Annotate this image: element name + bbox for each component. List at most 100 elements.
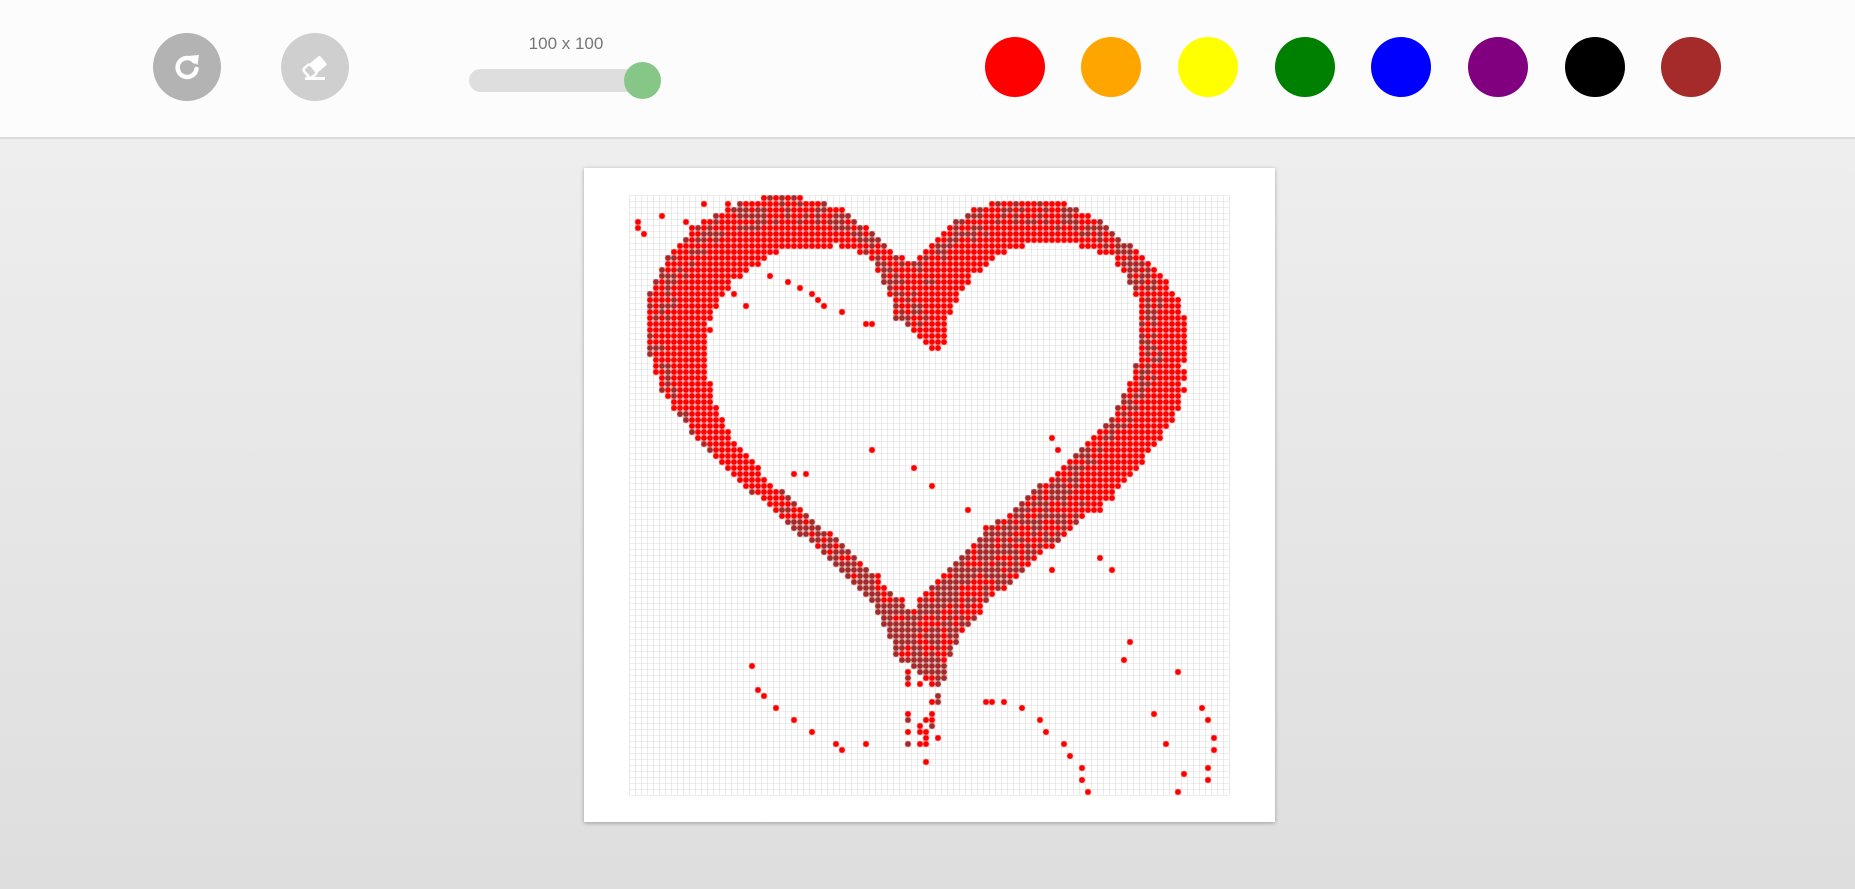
painted-cell xyxy=(832,230,840,238)
painted-cell xyxy=(1138,344,1146,352)
painted-cell xyxy=(970,218,978,226)
painted-cell xyxy=(784,212,792,220)
painted-cell xyxy=(988,530,996,538)
painted-cell xyxy=(688,242,696,250)
painted-cell xyxy=(670,332,678,340)
color-swatch-yellow[interactable] xyxy=(1178,37,1238,97)
color-swatch-purple[interactable] xyxy=(1468,37,1528,97)
painted-cell xyxy=(808,206,816,214)
painted-cell xyxy=(1078,506,1086,514)
painted-cell xyxy=(934,590,942,598)
painted-cell xyxy=(1114,428,1122,436)
painted-cell xyxy=(946,278,954,286)
painted-cell xyxy=(1138,404,1146,412)
painted-cell xyxy=(820,242,828,250)
painted-cell xyxy=(724,428,732,436)
painted-cell xyxy=(694,296,702,304)
painted-cell xyxy=(1030,212,1038,220)
painted-cell xyxy=(940,296,948,304)
painted-cell xyxy=(808,236,816,244)
color-swatch-blue[interactable] xyxy=(1371,37,1431,97)
painted-cell xyxy=(940,626,948,634)
painted-cell xyxy=(712,242,720,250)
eraser-button[interactable] xyxy=(281,33,349,101)
painted-cell xyxy=(820,230,828,238)
painted-cell xyxy=(1114,242,1122,250)
painted-cell xyxy=(880,254,888,262)
painted-cell xyxy=(970,236,978,244)
painted-cell xyxy=(814,524,822,532)
color-swatch-orange[interactable] xyxy=(1081,37,1141,97)
painted-cell xyxy=(760,236,768,244)
pixel-grid[interactable] xyxy=(629,195,1230,796)
painted-cell xyxy=(742,266,750,274)
painted-cell xyxy=(1000,200,1008,208)
painted-cell xyxy=(1090,494,1098,502)
painted-cell xyxy=(694,356,702,364)
painted-cell xyxy=(946,236,954,244)
painted-cell xyxy=(814,230,822,238)
painted-cell xyxy=(814,536,822,544)
painted-cell xyxy=(676,362,684,370)
painted-cell xyxy=(1144,362,1152,370)
color-swatch-black[interactable] xyxy=(1565,37,1625,97)
painted-cell xyxy=(952,608,960,616)
painted-cell xyxy=(1150,404,1158,412)
painted-cell xyxy=(928,338,936,346)
painted-cell xyxy=(1132,434,1140,442)
color-swatch-red[interactable] xyxy=(985,37,1045,97)
painted-cell xyxy=(922,668,930,676)
painted-cell xyxy=(718,440,726,448)
painted-cell xyxy=(1144,350,1152,358)
painted-cell xyxy=(994,218,1002,226)
painted-cell xyxy=(976,584,984,592)
painted-cell xyxy=(904,320,912,328)
painted-cell xyxy=(1204,716,1212,724)
painted-cell xyxy=(904,284,912,292)
painted-cell xyxy=(658,380,666,388)
painted-cell xyxy=(982,566,990,574)
painted-cell xyxy=(982,578,990,586)
color-swatch-brown[interactable] xyxy=(1661,37,1721,97)
painted-cell xyxy=(688,302,696,310)
painted-cell xyxy=(880,596,888,604)
painted-cell xyxy=(706,314,714,322)
painted-cell xyxy=(898,638,906,646)
painted-cell xyxy=(724,224,732,232)
painted-cell xyxy=(790,212,798,220)
color-swatch-green[interactable] xyxy=(1275,37,1335,97)
painted-cell xyxy=(946,308,954,316)
painted-cell xyxy=(748,458,756,466)
painted-cell xyxy=(928,602,936,610)
painted-cell xyxy=(1084,452,1092,460)
painted-cell xyxy=(1102,446,1110,454)
painted-cell xyxy=(958,248,966,256)
painted-cell xyxy=(922,254,930,262)
painted-cell xyxy=(658,326,666,334)
painted-cell xyxy=(976,218,984,226)
painted-cell xyxy=(1048,530,1056,538)
painted-cell xyxy=(694,416,702,424)
painted-cell xyxy=(742,248,750,256)
painted-cell xyxy=(724,458,732,466)
painted-cell xyxy=(808,518,816,526)
painted-cell xyxy=(838,236,846,244)
painted-cell xyxy=(706,242,714,250)
painted-cell xyxy=(934,596,942,604)
painted-cell xyxy=(664,278,672,286)
painted-cell xyxy=(1114,464,1122,472)
painted-cell xyxy=(1054,512,1062,520)
painted-cell xyxy=(1138,374,1146,382)
painted-cell xyxy=(970,248,978,256)
painted-cell xyxy=(682,398,690,406)
painted-cell xyxy=(946,296,954,304)
painted-cell xyxy=(706,236,714,244)
painted-cell xyxy=(700,362,708,370)
painted-cell xyxy=(1114,476,1122,484)
reset-button[interactable] xyxy=(153,33,221,101)
painted-cell xyxy=(1054,206,1062,214)
painted-cell xyxy=(1168,362,1176,370)
painted-cell xyxy=(748,260,756,268)
slider-thumb[interactable] xyxy=(624,62,661,99)
painted-cell xyxy=(760,476,768,484)
